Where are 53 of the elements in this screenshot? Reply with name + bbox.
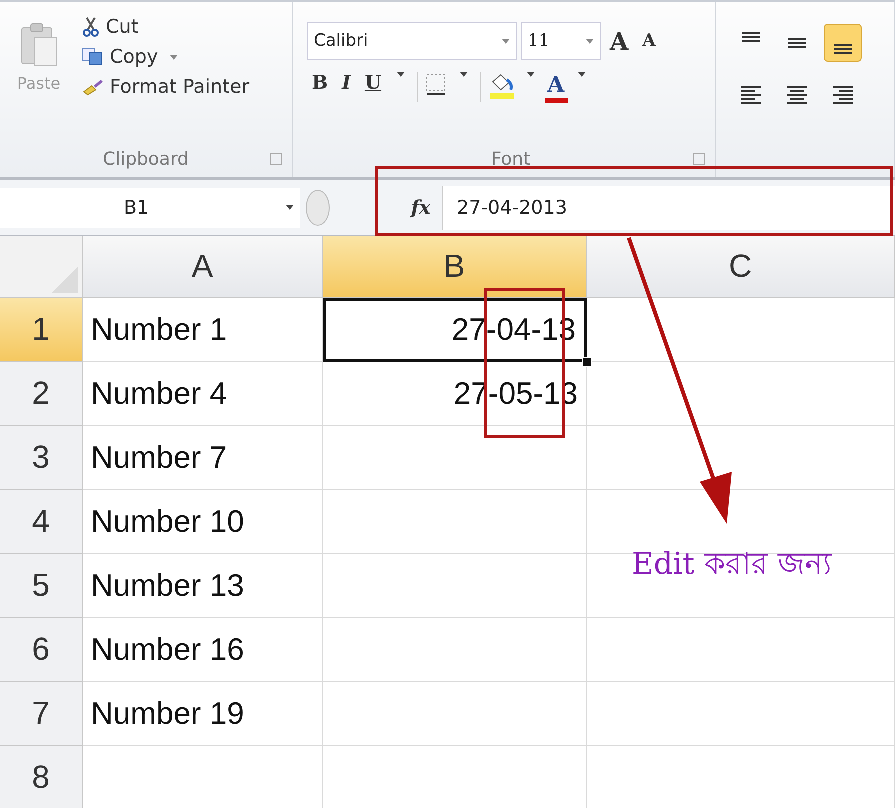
table-cell: Number 1: [83, 298, 323, 362]
underline-button[interactable]: U: [360, 72, 387, 94]
shrink-font-button[interactable]: A: [638, 31, 661, 51]
align-lines-icon: [834, 44, 852, 54]
align-lines-icon: [831, 84, 855, 106]
scissors-icon: [82, 17, 100, 37]
table-cell: Number 13: [83, 554, 323, 618]
row-header[interactable]: 8: [0, 746, 83, 808]
caret-icon[interactable]: [396, 72, 405, 77]
font-size-dropdown[interactable]: 11: [521, 22, 601, 60]
row-header[interactable]: 2: [0, 362, 83, 426]
row-header[interactable]: 7: [0, 682, 83, 746]
row-header[interactable]: 3: [0, 426, 83, 490]
group-label: Font: [491, 148, 531, 170]
table-cell: Number 10: [83, 490, 323, 554]
row-header[interactable]: 6: [0, 618, 83, 682]
column-header[interactable]: C: [587, 236, 895, 298]
font-name-dropdown[interactable]: Calibri: [307, 22, 517, 60]
table-cell: Number 16: [83, 618, 323, 682]
insert-function-button[interactable]: fx: [400, 196, 442, 218]
clipboard-icon: [19, 22, 59, 68]
caret-icon[interactable]: [578, 72, 586, 77]
row-header[interactable]: 4: [0, 490, 83, 554]
font-color-button[interactable]: A: [544, 72, 568, 103]
column-header[interactable]: A: [83, 236, 323, 298]
caret-icon: [170, 54, 178, 60]
caret-icon[interactable]: [526, 72, 535, 77]
align-lines-icon: [788, 38, 806, 48]
row-header[interactable]: 1: [0, 298, 83, 362]
italic-button[interactable]: I: [337, 72, 356, 94]
group-label: Clipboard: [103, 148, 189, 170]
row-header[interactable]: 5: [0, 554, 83, 618]
fill-handle[interactable]: [582, 357, 592, 367]
align-lines-icon: [742, 32, 760, 42]
table-cell: Number 4: [83, 362, 323, 426]
name-box[interactable]: B1: [0, 188, 300, 228]
format-painter-button[interactable]: Format Painter: [78, 74, 254, 100]
splitter-handle[interactable]: [306, 190, 330, 226]
formula-input[interactable]: 27-04-2013: [442, 186, 895, 230]
table-cell: Number 7: [83, 426, 323, 490]
align-lines-icon: [785, 84, 809, 106]
table-cell: Number 19: [83, 682, 323, 746]
vertical-align-button[interactable]: [824, 24, 862, 62]
caret-icon[interactable]: [460, 72, 468, 77]
cut-button[interactable]: Cut: [78, 14, 254, 40]
brush-icon: [82, 78, 104, 96]
annotation-text: Edit করার জন্য: [632, 546, 832, 584]
grow-font-button[interactable]: A: [605, 26, 634, 56]
align-lines-icon: [739, 84, 763, 106]
column-header[interactable]: B: [323, 236, 587, 298]
copy-button[interactable]: Copy: [78, 44, 254, 70]
bold-button[interactable]: B: [307, 72, 334, 94]
copy-icon: [82, 48, 104, 66]
